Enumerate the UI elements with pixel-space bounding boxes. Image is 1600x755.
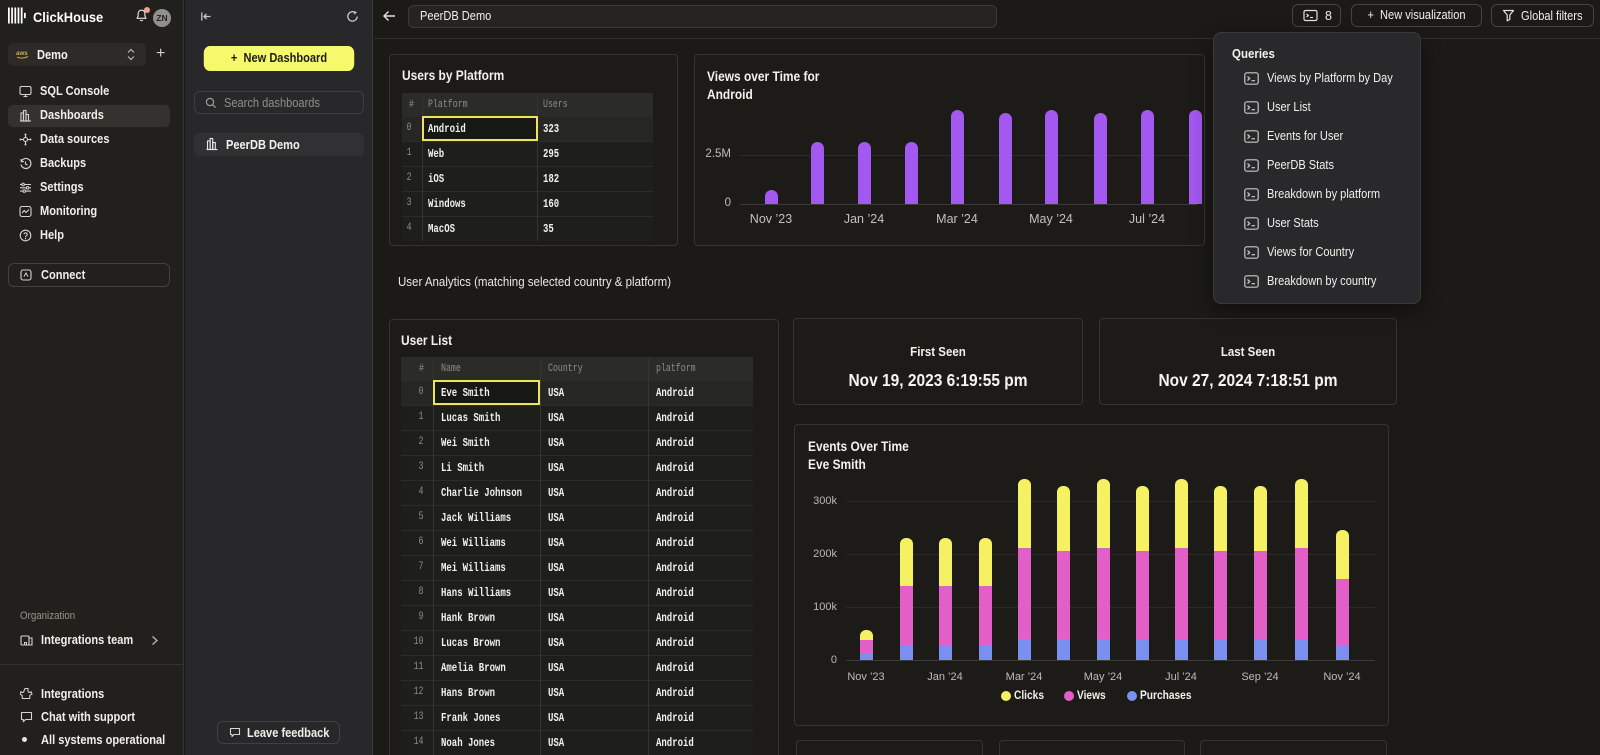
svg-text:aws: aws: [16, 50, 28, 57]
